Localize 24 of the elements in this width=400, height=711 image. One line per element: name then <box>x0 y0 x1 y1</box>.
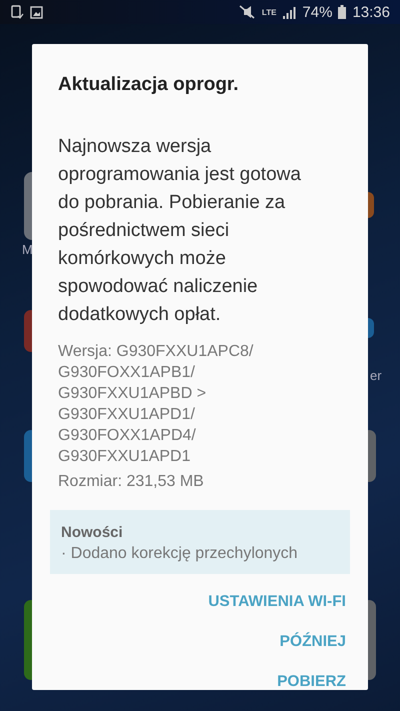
battery-percent: 74% <box>302 4 332 20</box>
dialog-title: Aktualizacja oprogr. <box>58 74 240 96</box>
version-text: Wersja: G930FXXU1APC8/ <box>58 342 254 362</box>
app-label: M <box>22 242 33 257</box>
version-text: G930FOXX1APB1/ <box>58 363 196 383</box>
dialog-message: Najnowsza wersja oprogramowania jest gotowa do pobrania. Pobieranie za pośrednictwem sieci komórkowych może spowodować naliczenie dodatkowych opłat. <box>58 135 302 327</box>
network-type: LTE <box>262 8 276 16</box>
news-item: · Dodano korekcję przechylonych <box>61 545 299 563</box>
version-text: G930FXXU1APD1 <box>58 447 192 467</box>
clock: 13:36 <box>352 4 390 20</box>
image-icon <box>30 6 43 18</box>
version-text: G930FXXU1APD1/ <box>58 405 196 425</box>
battery-icon <box>338 5 346 19</box>
news-title: Nowości <box>61 524 124 541</box>
signal-icon <box>282 6 296 18</box>
app-label: er <box>370 368 382 383</box>
dialog-button[interactable]: POBIERZ <box>273 662 350 702</box>
dialog-button[interactable]: PÓŹNIEJ <box>276 622 350 662</box>
mute-icon <box>238 5 256 19</box>
tablet-check-icon <box>10 5 24 19</box>
size-text: Rozmiar: 231,53 MB <box>58 472 205 492</box>
version-text: G930FOXX1APD4/ <box>58 426 197 446</box>
version-text: G930FXXU1APBD > <box>58 384 208 404</box>
dialog-button[interactable]: USTAWIENIA WI-FI <box>204 582 350 622</box>
